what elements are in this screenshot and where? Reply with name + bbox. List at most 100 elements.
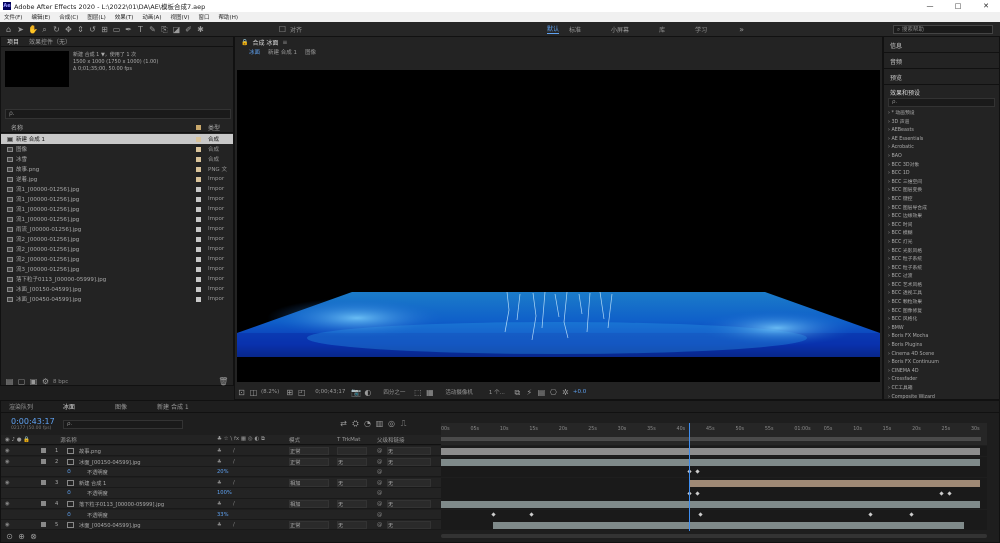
- keyframe[interactable]: [529, 512, 534, 517]
- maximize-button[interactable]: □: [944, 0, 972, 12]
- pick-whip-icon[interactable]: @: [377, 522, 382, 528]
- workspace-standard[interactable]: 标准: [569, 25, 581, 34]
- workspace-small-screen[interactable]: 小屏幕: [611, 25, 629, 34]
- keyframe[interactable]: [908, 512, 914, 517]
- puppet-tool-icon[interactable]: ✱: [196, 25, 205, 34]
- parent-select[interactable]: 无: [387, 500, 431, 508]
- column-parent[interactable]: 父级和链接: [377, 436, 405, 444]
- resolution-select[interactable]: 四分之一: [383, 388, 405, 396]
- graph-editor-icon[interactable]: ⎍: [399, 419, 408, 428]
- column-source-name[interactable]: 源名称: [60, 436, 77, 444]
- blend-mode-select[interactable]: 相加: [289, 500, 329, 508]
- layer-row[interactable]: ◉ 1 故事.png ♣ / 正常 @ 无: [1, 446, 1000, 457]
- shy-layers-icon[interactable]: ◔: [363, 419, 372, 428]
- zoom-level[interactable]: (8.2%): [261, 389, 279, 395]
- effect-category[interactable]: › BCC 时间: [884, 222, 999, 231]
- blend-mode-select[interactable]: 正常: [289, 521, 329, 530]
- tab-project[interactable]: 项目: [7, 37, 19, 46]
- property-row[interactable]: ⏱ 不透明度 20% @: [1, 467, 1000, 478]
- effect-category[interactable]: › BCC 粒子系统: [884, 265, 999, 274]
- trkmat-select[interactable]: 无: [337, 521, 367, 530]
- mask-visibility-icon[interactable]: ◰: [297, 388, 306, 397]
- label-color-swatch[interactable]: [196, 206, 201, 212]
- effect-category[interactable]: › 3D 声道: [884, 119, 999, 128]
- label-color-swatch[interactable]: [196, 136, 201, 142]
- shy-switch-icon[interactable]: ♣: [217, 480, 222, 486]
- workspace-default[interactable]: 默认: [547, 24, 560, 34]
- layer-label-color[interactable]: [41, 458, 46, 464]
- project-item[interactable]: 流2_[00000-01256].jpg Impor: [1, 254, 233, 264]
- label-color-swatch[interactable]: [196, 216, 201, 222]
- menu-window[interactable]: 窗口: [199, 13, 210, 21]
- column-trkmat[interactable]: T TrkMat: [337, 437, 360, 443]
- effect-category[interactable]: › BCC 三维空间: [884, 179, 999, 188]
- effect-category[interactable]: › BCC 光影风格: [884, 248, 999, 257]
- property-row[interactable]: ⏱ 不透明度 100% @: [1, 488, 1000, 499]
- close-button[interactable]: ✕: [972, 0, 1000, 12]
- region-of-interest-icon[interactable]: ⬚: [413, 388, 422, 397]
- snap-checkbox[interactable]: ☐: [278, 25, 287, 34]
- effect-category[interactable]: › BMW: [884, 325, 999, 334]
- effect-category[interactable]: › BCC 1D: [884, 170, 999, 179]
- effect-category[interactable]: › Cinema 4D Scene: [884, 351, 999, 360]
- effect-category[interactable]: › CC工具箱: [884, 385, 999, 394]
- pick-whip-icon[interactable]: @: [377, 501, 382, 507]
- menu-file[interactable]: 文件(F): [4, 13, 22, 21]
- tab-timeline-ice[interactable]: 冰面: [63, 402, 75, 411]
- effect-category[interactable]: › Boris Plugins: [884, 342, 999, 351]
- composition-viewer[interactable]: [237, 70, 880, 382]
- effect-category[interactable]: › * 动画预设: [884, 110, 999, 119]
- label-color-swatch[interactable]: [196, 256, 201, 262]
- shy-switch-icon[interactable]: ♣: [217, 459, 222, 465]
- roto-brush-icon[interactable]: ✐: [184, 25, 193, 34]
- project-item[interactable]: 故事.png PNG 文: [1, 164, 233, 174]
- quality-switch-icon[interactable]: /: [233, 459, 235, 465]
- brush-tool-icon[interactable]: ✎: [148, 25, 157, 34]
- tab-timeline-image[interactable]: 图像: [115, 402, 127, 411]
- project-item[interactable]: 冰面_[00150-04599].jpg Impor: [1, 284, 233, 294]
- effect-category[interactable]: › CINEMA 4D: [884, 368, 999, 377]
- effect-category[interactable]: › BCC 过渡: [884, 273, 999, 282]
- home-icon[interactable]: ⌂: [4, 25, 13, 34]
- clone-stamp-icon[interactable]: ⎘: [160, 25, 169, 34]
- label-color-swatch[interactable]: [196, 246, 201, 252]
- property-pick-whip-icon[interactable]: @: [377, 512, 382, 518]
- comp-timecode[interactable]: 0;00;43;17: [315, 389, 345, 395]
- frame-blending-icon[interactable]: ▥: [375, 419, 384, 428]
- parent-select[interactable]: 无: [387, 447, 431, 455]
- quality-switch-icon[interactable]: /: [233, 480, 235, 486]
- effect-category[interactable]: › BCC 透视工具: [884, 290, 999, 299]
- pan-behind-icon[interactable]: ⊞: [100, 25, 109, 34]
- grid-icon[interactable]: ⊞: [285, 388, 294, 397]
- quality-switch-icon[interactable]: /: [233, 522, 235, 528]
- visibility-eye-icon[interactable]: ◉: [5, 501, 10, 507]
- layer-name[interactable]: 冰面_[00150-04599].jpg: [79, 459, 141, 466]
- new-folder-icon[interactable]: ▢: [17, 377, 26, 386]
- label-color-swatch[interactable]: [196, 266, 201, 272]
- label-color-swatch[interactable]: [196, 226, 201, 232]
- effect-category[interactable]: › BAO: [884, 153, 999, 162]
- composition-tab-label[interactable]: 合成 冰面: [252, 38, 278, 47]
- project-item[interactable]: 图像 合成: [1, 144, 233, 154]
- trkmat-select[interactable]: [337, 447, 367, 455]
- audio-panel-tab[interactable]: 音频: [884, 53, 999, 69]
- effect-category[interactable]: › BCC 3D对象: [884, 162, 999, 171]
- effect-category[interactable]: › Boris FX Continuum: [884, 359, 999, 368]
- project-item[interactable]: 流2_[00000-01256].jpg Impor: [1, 244, 233, 254]
- views-select[interactable]: 1 个...: [489, 388, 505, 396]
- layer-duration-bar[interactable]: [492, 522, 964, 530]
- pick-whip-icon[interactable]: @: [377, 448, 382, 454]
- effect-category[interactable]: › BCC 图层导合成: [884, 205, 999, 214]
- parent-select[interactable]: 无: [387, 457, 431, 466]
- column-mode[interactable]: 模式: [289, 436, 300, 444]
- current-time-indicator[interactable]: [689, 423, 691, 531]
- layer-name[interactable]: 冰面_[00450-04599].jpg: [79, 522, 141, 529]
- project-search-input[interactable]: ρ.: [5, 109, 231, 119]
- layer-label-color[interactable]: [41, 522, 46, 528]
- comp-tab-close-icon[interactable]: ≡: [282, 39, 287, 46]
- property-value[interactable]: 33%: [217, 512, 229, 518]
- label-color-swatch[interactable]: [196, 296, 201, 302]
- breadcrumb-1[interactable]: 新建 合成 1: [268, 48, 297, 56]
- label-color-swatch[interactable]: [196, 156, 201, 162]
- snapshot-icon[interactable]: 📷: [351, 388, 361, 397]
